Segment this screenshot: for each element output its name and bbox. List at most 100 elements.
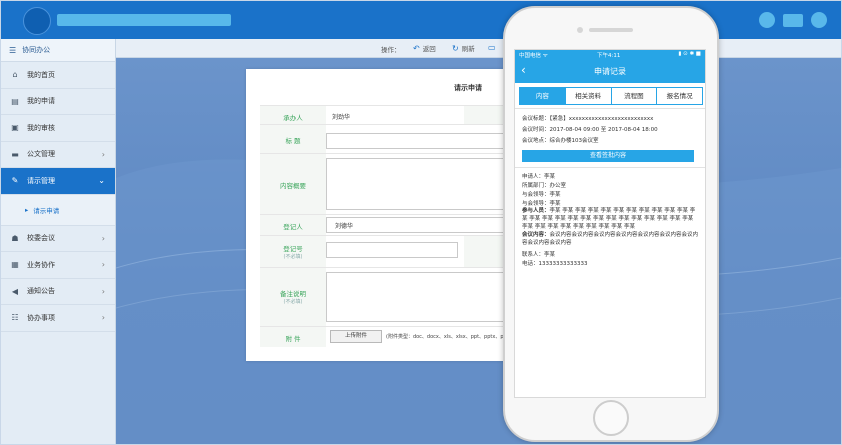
speaker-icon: ◀	[11, 286, 19, 296]
sidebar-item-business[interactable]: ▦ 业务协作 ›	[1, 252, 115, 279]
sidebar-item-my-review[interactable]: ▣ 我的审核	[1, 115, 115, 142]
meeting-place: 会议地点：综合办楼103会议室	[522, 138, 599, 144]
opinion-hint: (不必填)	[283, 299, 303, 305]
phone-mockup: 中国电信 ᯤ 下午4:11 ▮ ⊙ ✱ ■ ‹ 申请记录 内容 相关资料 流程图…	[503, 6, 719, 442]
top-icons	[759, 12, 827, 28]
logo-icon	[23, 7, 51, 35]
subject-input[interactable]	[326, 133, 504, 149]
leader-text: 与会领导：李某	[522, 192, 561, 198]
content-block: 会议内容：会议内容会议内容会议内容会议内容会议内容会议内容会议内容会议内容会议内…	[522, 231, 700, 247]
register-value: 刘德华	[335, 223, 354, 230]
save-icon: ▭	[488, 43, 496, 52]
home-icon: ⌂	[12, 70, 18, 80]
phone-tabs: 内容 相关资料 流程图 报名情况	[519, 87, 703, 105]
status-icons: ▮ ⊙ ✱ ■	[678, 51, 701, 57]
app-title-placeholder	[57, 14, 231, 26]
reg-no-label: 登记号 (不必填)	[260, 243, 326, 260]
row-applicant: 承办人 刘劲华	[260, 105, 506, 124]
request-form-card: 请示申请 承办人 刘劲华 标 题 内容概要 登记人 刘德华 登记号 (不必填) …	[246, 69, 509, 361]
sidebar-item-tasks[interactable]: ☷ 协办事项 ›	[1, 305, 115, 332]
sidebar-item-notice[interactable]: ◀ 通知公告 ›	[1, 279, 115, 305]
back-label: 返回	[422, 45, 436, 53]
tab-flowchart[interactable]: 流程图	[612, 88, 658, 104]
phone-screen: 中国电信 ᯤ 下午4:11 ▮ ⊙ ✱ ■ ‹ 申请记录 内容 相关资料 流程图…	[514, 49, 706, 398]
toolbar-label: 操作：	[381, 46, 401, 54]
user-icon[interactable]	[759, 12, 775, 28]
meeting-title: 会议标题：【紧急】xxxxxxxxxxxxxxxxxxxxxxxxxx	[522, 116, 654, 122]
folder-icon: ▬	[11, 149, 19, 159]
book-icon: ▣	[11, 123, 19, 133]
save-button[interactable]: ▭	[488, 43, 496, 52]
row-subject: 标 题	[260, 124, 506, 153]
undo-icon: ↶	[413, 43, 420, 53]
menu-icon[interactable]: ☰	[9, 46, 16, 55]
sidebar-item-label: 业务协作	[27, 260, 55, 269]
upload-button[interactable]: 上传附件	[330, 330, 382, 343]
subject-label: 标 题	[285, 137, 301, 145]
content-textarea[interactable]	[326, 158, 504, 210]
chevron-right-icon: ›	[101, 313, 105, 323]
sidebar-header[interactable]: ☰ 协同办公	[1, 39, 115, 62]
sidebar-subitem-request-apply[interactable]: ▸ 请示申请	[1, 194, 115, 226]
list-icon: ▤	[11, 96, 19, 106]
upload-note: (附件类型：doc、docx、xls、xlsx、ppt、pptx、pdf	[386, 334, 509, 340]
chevron-right-icon: ›	[101, 260, 105, 270]
label-cell	[464, 106, 506, 124]
applicant-label: 承办人	[283, 114, 303, 122]
sidebar-item-documents[interactable]: ▬ 公文管理 ›	[1, 142, 115, 168]
row-attachment: 附 件 上传附件 (附件类型：doc、docx、xls、xlsx、ppt、ppt…	[260, 326, 509, 347]
contact-text: 联系人：李某	[522, 252, 556, 258]
speaker-grille	[589, 28, 633, 32]
carrier-text: 中国电信 ᯤ	[519, 53, 548, 59]
sidebar-item-my-apply[interactable]: ▤ 我的申请	[1, 89, 115, 115]
close-icon[interactable]	[811, 12, 827, 28]
sidebar-header-label: 协同办公	[22, 46, 51, 54]
row-reg-no: 登记号 (不必填)	[260, 235, 506, 267]
participants-key: 参与人员：	[522, 208, 550, 214]
applicant-text: 申请人：李某	[522, 174, 556, 180]
chevron-right-icon: ›	[101, 286, 105, 296]
tab-content[interactable]: 内容	[520, 88, 566, 104]
sidebar-item-label: 校委会议	[27, 234, 55, 243]
applicant-value: 刘劲华	[332, 114, 351, 121]
row-register: 登记人 刘德华	[260, 214, 506, 235]
divider	[515, 167, 705, 168]
status-bar: 中国电信 ᯤ 下午4:11 ▮ ⊙ ✱ ■	[515, 50, 705, 59]
sidebar-item-label: 我的申请	[27, 97, 55, 106]
sidebar-item-home[interactable]: ⌂ 我的首页	[1, 62, 115, 89]
register-label: 登记人	[283, 223, 303, 231]
chevron-down-icon: ⌄	[98, 176, 105, 186]
divider	[515, 108, 705, 109]
chevron-right-icon: ›	[101, 149, 105, 159]
edit-icon: ✎	[11, 176, 19, 186]
tab-signup[interactable]: 报名情况	[657, 88, 702, 104]
back-button[interactable]: ↶ 返回	[413, 43, 436, 54]
meeting-time: 会议时间：2017-08-04 09:00 至 2017-08-04 18:00	[522, 127, 658, 133]
opinion-textarea[interactable]	[326, 272, 504, 322]
clock-text: 下午4:11	[597, 53, 621, 59]
participants-block: 参与人员：李某 李某 李某 李某 李某 李某 李某 李某 李某 李某 李某 李某…	[522, 207, 700, 231]
label-cell	[464, 236, 506, 267]
home-button[interactable]	[593, 400, 629, 436]
department-text: 所属部门：办公室	[522, 183, 567, 189]
nav-title: 申请记录	[594, 67, 626, 76]
sidebar: ☰ 协同办公 ⌂ 我的首页 ▤ 我的申请 ▣ 我的审核 ▬ 公文管理 › ✎ 请…	[1, 39, 116, 444]
opinion-label-text: 备注说明	[280, 290, 306, 298]
form-title: 请示申请	[454, 84, 482, 92]
view-approval-button[interactable]: 查看签批内容	[522, 150, 694, 162]
nav-bar: ‹ 申请记录	[515, 59, 705, 83]
content-key: 会议内容：	[522, 232, 550, 238]
refresh-button[interactable]: ↻ 刷新	[452, 43, 475, 54]
row-opinion: 备注说明 (不必填)	[260, 267, 506, 326]
reg-no-hint: (不必填)	[283, 254, 303, 260]
tab-materials[interactable]: 相关资料	[566, 88, 612, 104]
sidebar-item-request[interactable]: ✎ 请示管理 ⌄	[1, 168, 115, 195]
sidebar-item-label: 通知公告	[27, 287, 55, 296]
row-content: 内容概要	[260, 153, 506, 214]
leader2-text: 与会领导：李某	[522, 201, 561, 207]
attach-label: 附 件	[285, 335, 301, 343]
message-icon[interactable]	[783, 13, 803, 27]
refresh-label: 刷新	[461, 45, 475, 53]
sidebar-item-meeting[interactable]: ☗ 校委会议 ›	[1, 226, 115, 252]
reg-no-input[interactable]	[326, 242, 458, 258]
